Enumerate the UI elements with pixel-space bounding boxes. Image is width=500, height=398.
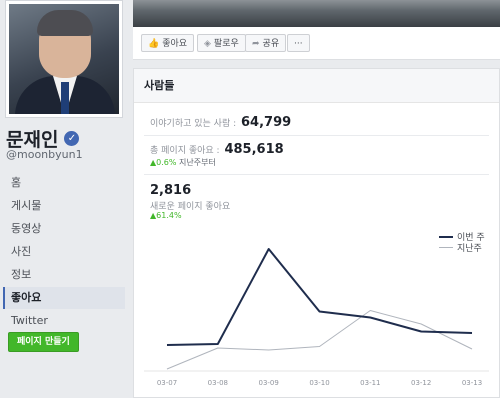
like-button[interactable]: 👍 좋아요 <box>141 34 195 52</box>
check-circle-icon: ✓ <box>64 131 80 146</box>
people-card: 사람들 이야기하고 있는 사람 : 64,799 총 페이지 좋아요 : 485… <box>133 68 500 398</box>
nav-item-home[interactable]: 홈 <box>3 172 125 194</box>
series-line-last-week <box>166 310 473 370</box>
nav-item-videos[interactable]: 동영상 <box>3 218 125 240</box>
x-tick-label: 03-12 <box>411 379 431 387</box>
thumbs-up-icon: 👍 <box>148 39 160 49</box>
x-tick-label: 03-13 <box>462 379 482 387</box>
x-tick-label: 03-07 <box>157 379 177 387</box>
series-line-this-week <box>166 248 473 346</box>
x-tick-label: 03-08 <box>208 379 228 387</box>
share-arrow-icon: ➦ <box>252 39 260 49</box>
follow-button-label: 팔로우 <box>213 39 239 49</box>
nav-item-about[interactable]: 정보 <box>3 264 125 286</box>
cover-photo[interactable] <box>133 0 500 27</box>
page-username: @moonbyun1 <box>6 148 83 161</box>
profile-image <box>9 4 119 114</box>
nav-item-likes[interactable]: 좋아요 <box>3 287 125 309</box>
share-button-label: 공유 <box>262 39 280 49</box>
nav-item-twitter[interactable]: Twitter <box>3 310 125 332</box>
x-tick-label: 03-10 <box>309 379 329 387</box>
nav-item-photos[interactable]: 사진 <box>3 241 125 263</box>
share-button[interactable]: ➦ 공유 <box>245 34 287 52</box>
like-button-label: 좋아요 <box>162 39 188 49</box>
follow-button[interactable]: ◈ 팔로우 <box>197 34 246 52</box>
page-nav: 홈 게시물 동영상 사진 정보 좋아요 Twitter <box>3 172 125 333</box>
create-page-button[interactable]: 페이지 만들기 <box>8 332 79 352</box>
new-likes-chart: 03-07 03-08 03-09 03-10 03-11 03-12 03-13 <box>144 248 489 387</box>
nav-item-posts[interactable]: 게시물 <box>3 195 125 217</box>
rss-icon: ◈ <box>204 39 211 49</box>
x-tick-label: 03-11 <box>360 379 380 387</box>
action-bar: 👍 좋아요 ◈ 팔로우 ➦ 공유 ··· <box>133 27 500 60</box>
more-button[interactable]: ··· <box>287 34 310 52</box>
x-tick-label: 03-09 <box>258 379 278 387</box>
profile-photo[interactable] <box>5 0 123 118</box>
